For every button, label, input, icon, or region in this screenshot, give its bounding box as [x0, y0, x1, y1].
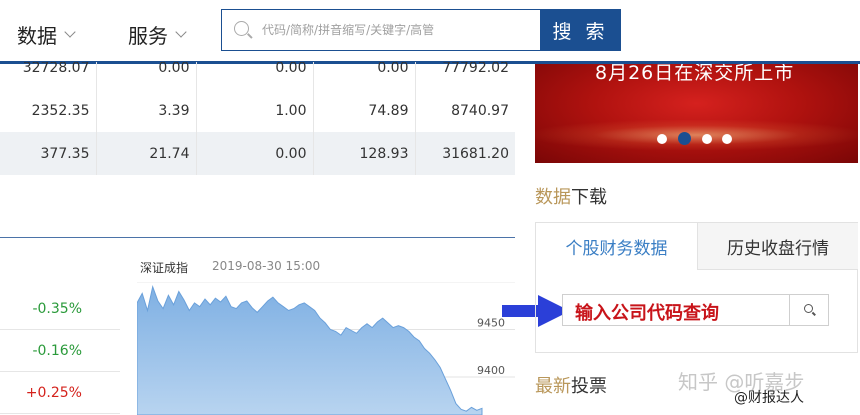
- table-row: 2352.35 3.39 1.00 74.89 8740.97: [0, 89, 515, 132]
- vote-section-title: 最新投票: [535, 372, 607, 398]
- nav-service-menu[interactable]: 服务: [128, 20, 187, 49]
- vote-title-rest: 投票: [571, 376, 607, 397]
- banner-text: 8月26日在深交所上市: [595, 64, 795, 84]
- chart-panel-divider: [0, 237, 515, 238]
- table-cell: 0.00: [96, 62, 197, 89]
- nav-service-label: 服务: [128, 24, 168, 48]
- nav-data-label: 数据: [17, 24, 57, 48]
- chevron-down-icon: [64, 26, 76, 38]
- vote-title-accent: 最新: [535, 376, 571, 397]
- tab-stock-financials[interactable]: 个股财务数据: [536, 223, 697, 270]
- index-change-value: +0.25%: [25, 385, 82, 401]
- list-item[interactable]: -0.35%: [0, 288, 120, 330]
- index-change-value: -0.35%: [32, 301, 82, 317]
- download-title-accent: 数据: [535, 187, 571, 208]
- chart-title: 深证成指: [140, 261, 189, 275]
- table-row: 377.35 21.74 0.00 128.93 31681.20: [0, 132, 515, 175]
- table-cell: 77792.02: [442, 62, 509, 76]
- search-button[interactable]: 搜 索: [540, 9, 621, 51]
- financial-table: 32728.07 0.00 0.00 0.00 77792.02 2352.35…: [0, 62, 515, 175]
- tab-history-quotes[interactable]: 历史收盘行情: [697, 223, 858, 270]
- chevron-down-icon: [175, 26, 187, 38]
- table-cell: 0.00: [196, 62, 314, 89]
- nav-data-menu[interactable]: 数据: [17, 20, 76, 49]
- download-section-title: 数据下载: [535, 183, 607, 209]
- index-change-value: -0.16%: [32, 343, 82, 359]
- table-cell: 3.39: [96, 89, 197, 132]
- download-title-rest: 下载: [571, 187, 607, 208]
- table-cell: 32728.07: [0, 62, 97, 89]
- y-tick-label: 9400: [477, 364, 505, 377]
- promo-banner[interactable]: 8月26日在深交所上市: [535, 64, 858, 163]
- carousel-dot[interactable]: [657, 134, 667, 144]
- table-cell: 0.00: [196, 132, 314, 175]
- table-cell: 0.00: [313, 62, 416, 89]
- search-icon: [804, 304, 813, 313]
- chart-timestamp: 2019-08-30 15:00: [212, 259, 321, 273]
- download-panel: 个股财务数据 历史收盘行情: [535, 222, 858, 353]
- search-box: [221, 9, 540, 51]
- search-icon: [234, 21, 249, 36]
- company-code-input[interactable]: 输入公司代码查询: [562, 294, 790, 326]
- table-cell: 128.93: [313, 132, 416, 175]
- table-cell: 74.89: [313, 89, 416, 132]
- chart-area-series: [137, 285, 483, 415]
- carousel-dot[interactable]: [702, 134, 712, 144]
- table-cell: 377.35: [0, 132, 97, 175]
- carousel-dot[interactable]: [722, 134, 732, 144]
- table-cell: 8740.97: [451, 102, 509, 119]
- table-row: 32728.07 0.00 0.00 0.00 77792.02: [0, 62, 515, 89]
- index-intraday-chart: 9450 9400: [137, 282, 515, 415]
- banner-glow: [535, 120, 858, 150]
- table-cell: 21.74: [96, 132, 197, 175]
- table-cell: 1.00: [196, 89, 314, 132]
- top-nav: 数据 服务 搜 索: [0, 0, 860, 64]
- y-tick-label: 9450: [477, 317, 505, 330]
- list-item[interactable]: +0.25%: [0, 372, 120, 414]
- table-cell: 2352.35: [0, 89, 97, 132]
- table-cell: 31681.20: [415, 132, 515, 175]
- financial-table-container: 32728.07 0.00 0.00 0.00 77792.02 2352.35…: [0, 62, 515, 176]
- company-code-hint: 输入公司代码查询: [575, 303, 719, 324]
- list-item[interactable]: -0.16%: [0, 330, 120, 372]
- search-input[interactable]: [262, 20, 532, 40]
- watermark-sub: @财报达人: [734, 390, 804, 406]
- company-code-search-button[interactable]: [790, 294, 829, 326]
- carousel-dot-active[interactable]: [678, 132, 691, 145]
